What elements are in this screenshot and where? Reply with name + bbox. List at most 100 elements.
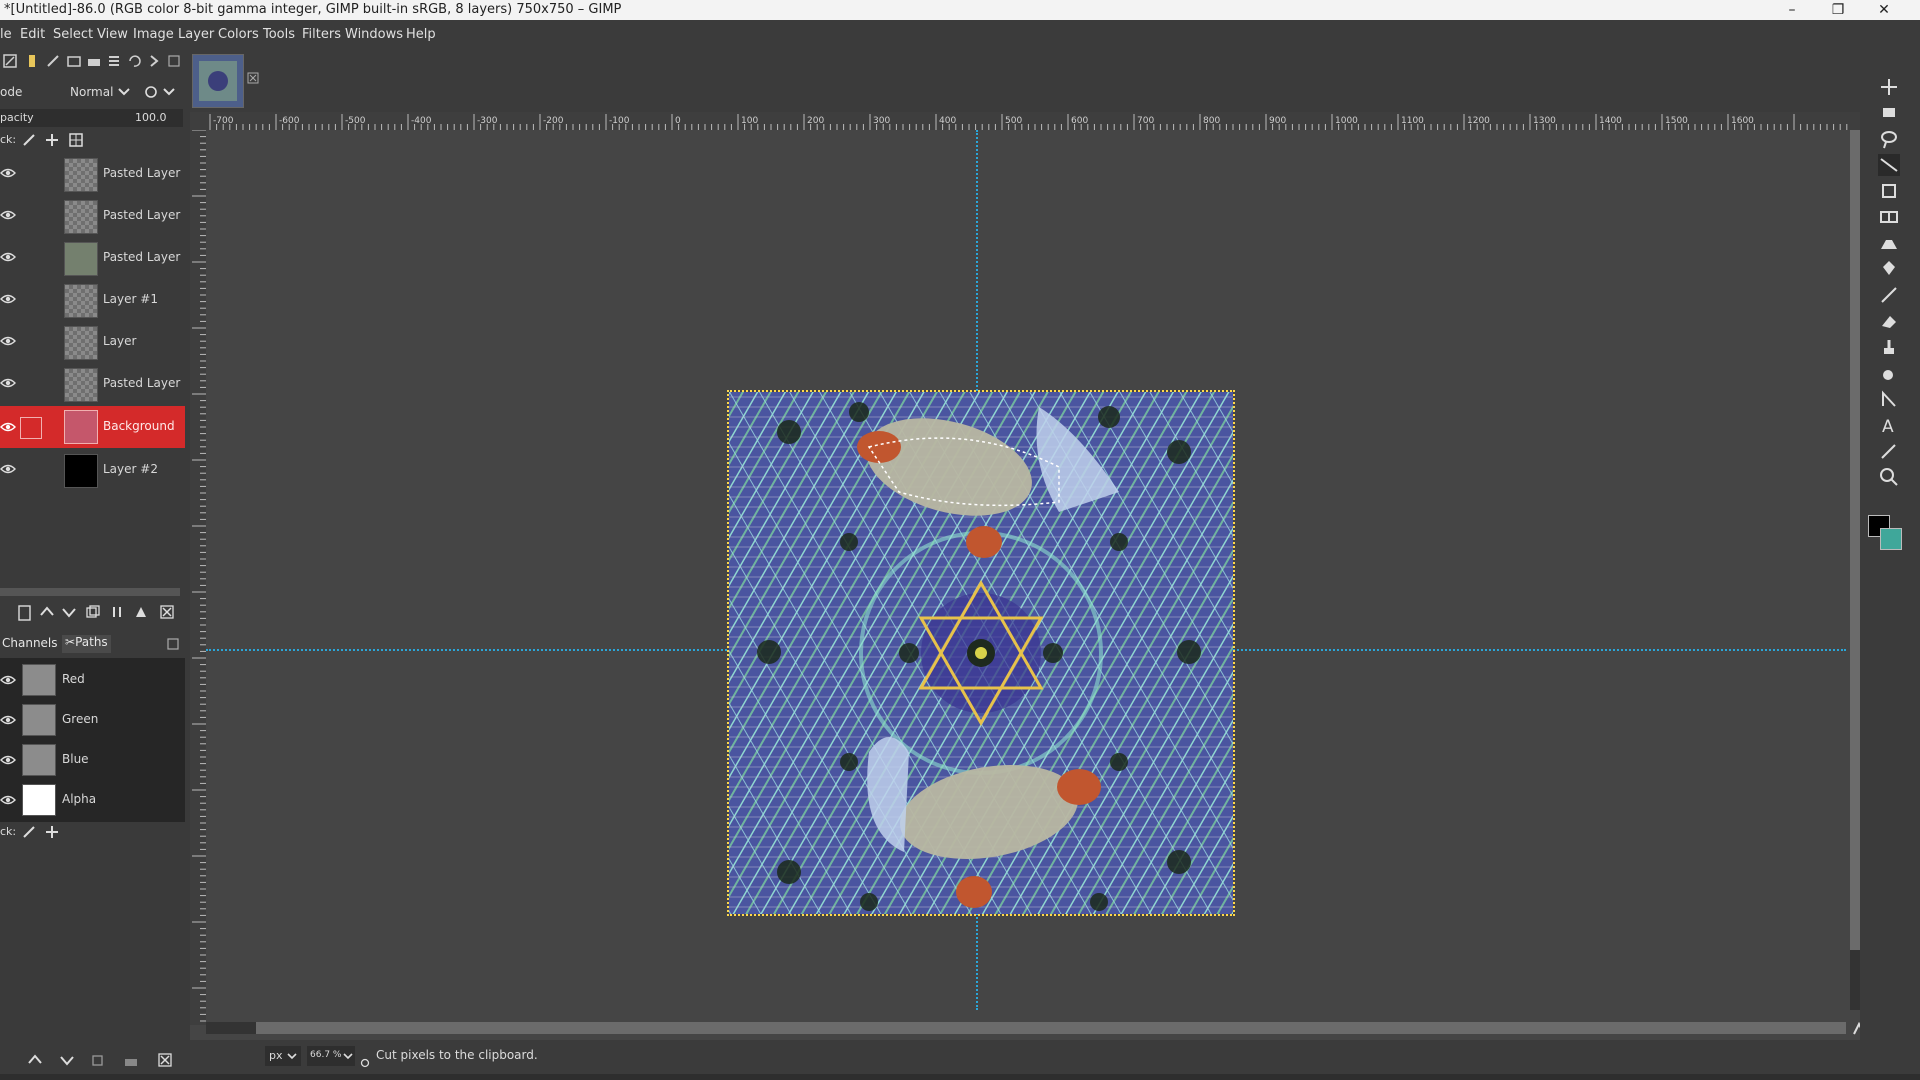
menu-image[interactable]: Image [133,27,174,42]
canvas-viewport[interactable] [206,130,1860,1025]
lock-position-icon[interactable] [45,825,59,839]
dock-menu-icon[interactable] [166,53,184,71]
menu-tools[interactable]: Tools [263,27,295,42]
background-color-swatch[interactable] [1880,528,1902,550]
vertical-ruler[interactable] [190,130,206,1025]
eraser-tool-icon[interactable] [1878,310,1900,332]
new-layer-icon[interactable] [18,605,32,621]
channel-row[interactable]: Red [0,660,180,698]
eye-icon[interactable] [0,672,16,688]
channel-row[interactable]: Green [0,700,180,738]
layer-row[interactable]: Pasted Layer [0,364,185,404]
brush-icon[interactable] [24,53,42,71]
layer-row[interactable]: Layer #2 [0,450,185,490]
fuzzy-select-tool-icon[interactable] [1878,154,1900,176]
menu-file[interactable]: le [0,27,12,42]
pencil-icon[interactable] [45,53,63,71]
edit-icon[interactable] [2,53,20,71]
pattern-icon[interactable] [66,53,84,71]
eye-icon[interactable] [0,333,16,349]
duplicate-layer-icon[interactable] [86,605,100,619]
bucket-fill-tool-icon[interactable] [1878,258,1900,280]
channel-name: Red [62,672,85,686]
menu-view[interactable]: View [97,27,128,42]
menu-layer[interactable]: Layer [178,27,214,42]
layer-row[interactable]: Layer [0,322,185,362]
horizontal-ruler[interactable]: -700 -600 -500 -400 -300 -200 -100 0 100 200 300 40… [190,112,1860,130]
channel-row[interactable]: Blue [0,740,180,778]
layer-list-scrollbar[interactable] [0,588,180,596]
chevron-down-icon[interactable] [163,88,175,96]
maximize-button[interactable]: ❐ [1818,0,1858,20]
list-icon[interactable] [106,53,124,71]
lock-alpha-icon[interactable] [69,133,83,147]
lock-pixels-icon[interactable] [22,825,36,839]
tab-channels[interactable]: Channels [2,636,58,650]
hscroll-thumb[interactable] [256,1022,1846,1034]
menu-colors[interactable]: Colors [218,27,259,42]
lock-position-icon[interactable] [45,133,59,147]
undo-icon[interactable] [126,53,144,71]
ruler-label: 100 [741,116,758,126]
chevron-right-icon[interactable] [146,53,164,71]
lower-layer-icon[interactable] [62,605,76,619]
delete-layer-icon[interactable] [160,605,174,619]
warp-tool-icon[interactable] [1878,232,1900,254]
tab-menu-icon[interactable] [167,638,179,650]
paintbrush-tool-icon[interactable] [1878,284,1900,306]
zoom-dropdown[interactable]: 66.7 % [307,1046,355,1066]
eye-icon[interactable] [0,419,16,435]
reset-mode-icon[interactable] [143,85,159,99]
opacity-slider[interactable]: pacity 100.0 [0,109,183,127]
crop-tool-icon[interactable] [1878,180,1900,202]
paths-tool-icon[interactable] [1878,388,1900,410]
mask-layer-icon[interactable] [134,605,148,619]
layer-row[interactable]: Pasted Layer [0,154,185,194]
eye-icon[interactable] [0,712,16,728]
eye-icon[interactable] [0,375,16,391]
menu-filters[interactable]: Filters [302,27,341,42]
vscroll-thumb[interactable] [1850,130,1860,950]
layer-row[interactable]: Pasted Layer [0,196,185,236]
gradient-icon[interactable] [86,53,104,71]
clone-tool-icon[interactable] [1878,336,1900,358]
close-button[interactable]: ✕ [1864,0,1904,20]
transform-tool-icon[interactable] [1878,206,1900,228]
lock-pixels-icon[interactable] [22,133,36,147]
image-canvas[interactable] [727,390,1235,916]
smudge-tool-icon[interactable] [1878,362,1900,384]
menu-select[interactable]: Select [53,27,93,42]
canvas-hscrollbar[interactable] [206,1022,1846,1034]
anchor-layer-icon[interactable] [110,605,124,619]
unit-dropdown[interactable]: px [265,1046,301,1066]
zoom-tool-icon[interactable] [1878,466,1900,488]
layer-row-selected[interactable]: Background [0,406,185,448]
channel-row[interactable]: Alpha [0,780,180,818]
eye-icon[interactable] [0,207,16,223]
rect-select-tool-icon[interactable] [1878,102,1900,124]
minimize-button[interactable]: – [1772,0,1812,20]
tab-paths[interactable]: ✂Paths [62,635,111,653]
eye-icon[interactable] [0,249,16,265]
layer-thumbnail [64,454,98,488]
layer-row[interactable]: Layer #1 [0,280,185,320]
mode-dropdown[interactable]: Normal [66,82,134,102]
chain-toggle[interactable] [20,417,42,439]
text-tool-icon[interactable]: A [1878,414,1900,436]
layer-row[interactable]: Pasted Layer [0,238,185,278]
canvas-vscrollbar[interactable] [1850,130,1860,1010]
eye-icon[interactable] [0,291,16,307]
close-tab-icon[interactable] [247,72,259,84]
lasso-tool-icon[interactable] [1878,128,1900,150]
menu-help[interactable]: Help [406,27,436,42]
eye-icon[interactable] [0,461,16,477]
eye-icon[interactable] [0,752,16,768]
color-picker-tool-icon[interactable] [1878,440,1900,462]
move-tool-icon[interactable] [1878,76,1900,98]
raise-layer-icon[interactable] [40,605,54,619]
eye-icon[interactable] [0,792,16,808]
menu-edit[interactable]: Edit [20,27,45,42]
eye-icon[interactable] [0,165,16,181]
image-tab-thumbnail[interactable] [192,54,244,108]
menu-windows[interactable]: Windows [345,27,403,42]
